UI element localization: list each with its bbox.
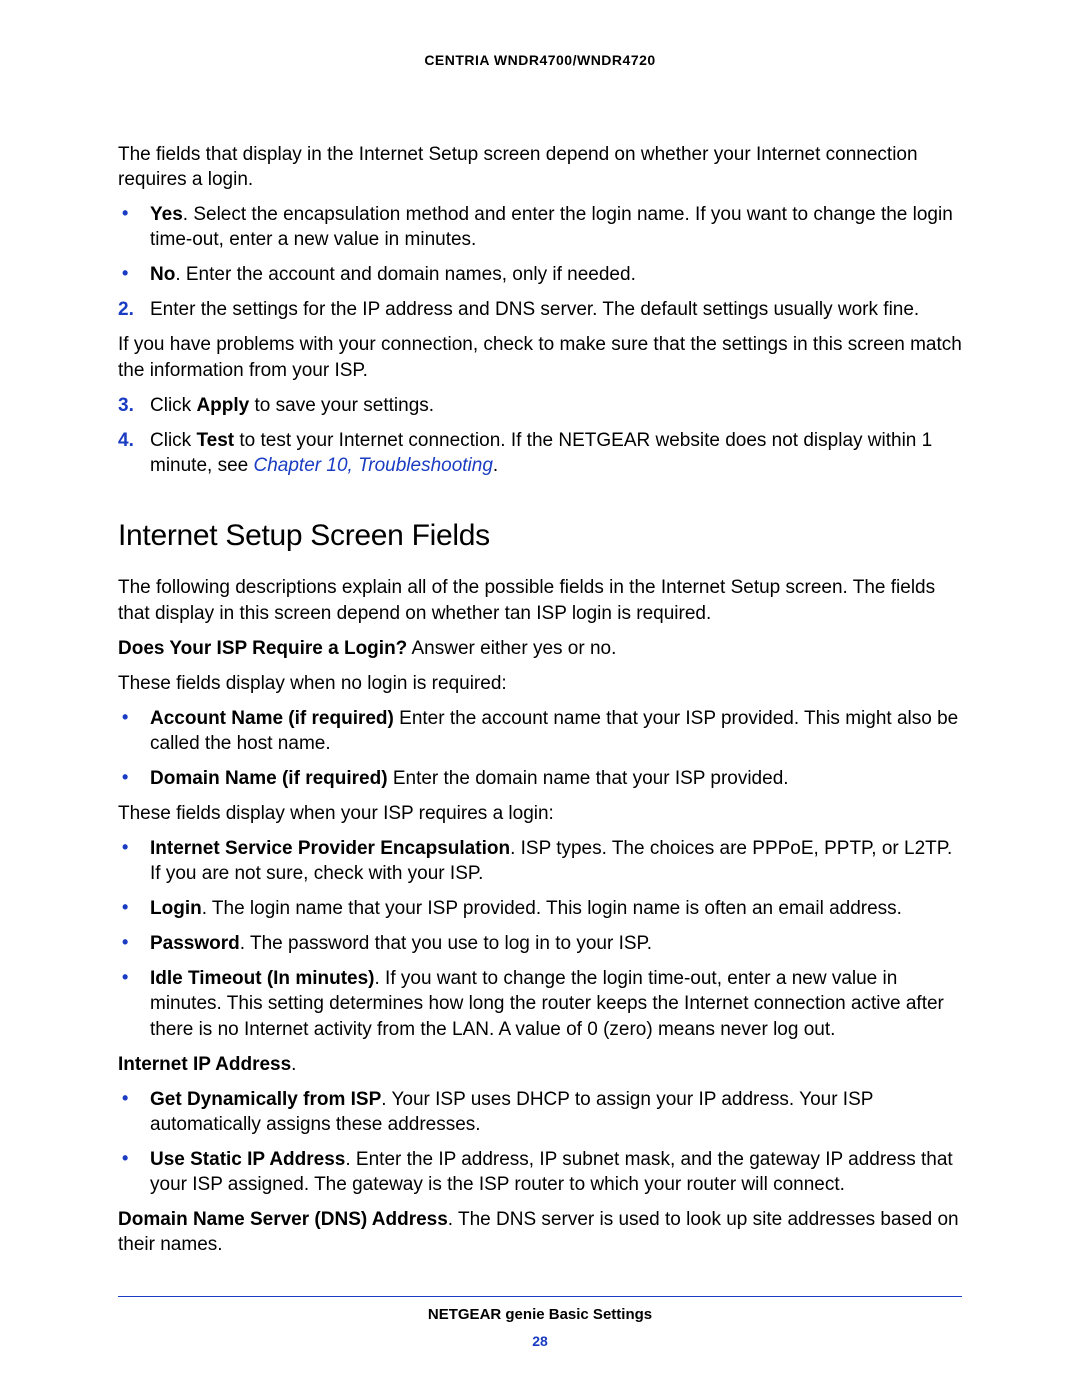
bullet-icon: • — [122, 836, 128, 859]
login-intro: These fields display when your ISP requi… — [118, 801, 962, 826]
static-ip-bullet: • Use Static IP Address. Enter the IP ad… — [118, 1147, 962, 1197]
intro-paragraph: The fields that display in the Internet … — [118, 142, 962, 192]
domain-bold: Domain Name (if required) — [150, 768, 388, 789]
step-4-end: . — [493, 455, 498, 476]
password-bold: Password — [150, 933, 240, 954]
encap-bold: Internet Service Provider Encapsulation — [150, 838, 510, 859]
q1-text: Answer either yes or no. — [407, 638, 616, 659]
step-3-pre: Click — [150, 395, 196, 416]
encapsulation-bullet: • Internet Service Provider Encapsulatio… — [118, 836, 962, 886]
dhcp-bold: Get Dynamically from ISP — [150, 1089, 381, 1110]
step-3: 3. Click Apply to save your settings. — [118, 393, 962, 418]
bullet-icon: • — [122, 896, 128, 919]
login-bullet: • Login. The login name that your ISP pr… — [118, 896, 962, 921]
q1-bold: Does Your ISP Require a Login? — [118, 638, 407, 659]
static-bold: Use Static IP Address — [150, 1149, 345, 1170]
step-marker: 3. — [118, 393, 134, 418]
ip-text: . — [291, 1054, 296, 1075]
document-page: CENTRIA WNDR4700/WNDR4720 The fields tha… — [0, 0, 1080, 1397]
step-marker: 4. — [118, 428, 134, 453]
header-title: CENTRIA WNDR4700/WNDR4720 — [424, 52, 655, 68]
account-name-bullet: • Account Name (if required) Enter the a… — [118, 706, 962, 756]
domain-name-bullet: • Domain Name (if required) Enter the do… — [118, 766, 962, 791]
login-text: . The login name that your ISP provided.… — [202, 898, 902, 919]
no-text: . Enter the account and domain names, on… — [175, 264, 636, 285]
step-3-bold: Apply — [196, 395, 249, 416]
acct-bold: Account Name (if required) — [150, 708, 394, 729]
bullet-icon: • — [122, 202, 128, 225]
bullet-icon: • — [122, 262, 128, 285]
step-4-bold: Test — [196, 430, 234, 451]
bullet-icon: • — [122, 931, 128, 954]
step-2b-paragraph: If you have problems with your connectio… — [118, 332, 962, 382]
footer-page-number: 28 — [0, 1333, 1080, 1349]
section-heading: Internet Setup Screen Fields — [118, 516, 962, 556]
domain-text: Enter the domain name that your ISP prov… — [388, 768, 789, 789]
bullet-icon: • — [122, 706, 128, 729]
step-marker: 2. — [118, 297, 134, 322]
yes-label: Yes — [150, 204, 183, 225]
password-text: . The password that you use to log in to… — [240, 933, 652, 954]
no-login-intro: These fields display when no login is re… — [118, 671, 962, 696]
bullet-icon: • — [122, 1087, 128, 1110]
page-footer: NETGEAR genie Basic Settings 28 — [0, 1306, 1080, 1349]
step-3-post: to save your settings. — [249, 395, 434, 416]
login-bold: Login — [150, 898, 202, 919]
ip-bold: Internet IP Address — [118, 1054, 291, 1075]
password-bullet: • Password. The password that you use to… — [118, 931, 962, 956]
yes-bullet: • Yes. Select the encapsulation method a… — [118, 202, 962, 252]
bullet-icon: • — [122, 966, 128, 989]
internet-ip-heading: Internet IP Address. — [118, 1052, 962, 1077]
section-desc: The following descriptions explain all o… — [118, 575, 962, 625]
bullet-icon: • — [122, 766, 128, 789]
isp-login-question: Does Your ISP Require a Login? Answer ei… — [118, 636, 962, 661]
page-header: CENTRIA WNDR4700/WNDR4720 — [118, 52, 962, 68]
body-content: The fields that display in the Internet … — [118, 142, 962, 1257]
footer-title: NETGEAR genie Basic Settings — [0, 1306, 1080, 1323]
idle-timeout-bullet: • Idle Timeout (In minutes). If you want… — [118, 966, 962, 1041]
dns-bold: Domain Name Server (DNS) Address — [118, 1209, 448, 1230]
no-bullet: • No. Enter the account and domain names… — [118, 262, 962, 287]
step-4: 4. Click Test to test your Internet conn… — [118, 428, 962, 478]
dhcp-bullet: • Get Dynamically from ISP. Your ISP use… — [118, 1087, 962, 1137]
step-2-text: Enter the settings for the IP address an… — [150, 299, 919, 320]
yes-text: . Select the encapsulation method and en… — [150, 204, 953, 250]
idle-bold: Idle Timeout (In minutes) — [150, 968, 375, 989]
bullet-icon: • — [122, 1147, 128, 1170]
troubleshooting-link[interactable]: Chapter 10, Troubleshooting — [254, 455, 493, 476]
footer-rule — [118, 1296, 962, 1297]
no-label: No — [150, 264, 175, 285]
step-2: 2. Enter the settings for the IP address… — [118, 297, 962, 322]
dns-paragraph: Domain Name Server (DNS) Address. The DN… — [118, 1207, 962, 1257]
step-4-pre: Click — [150, 430, 196, 451]
